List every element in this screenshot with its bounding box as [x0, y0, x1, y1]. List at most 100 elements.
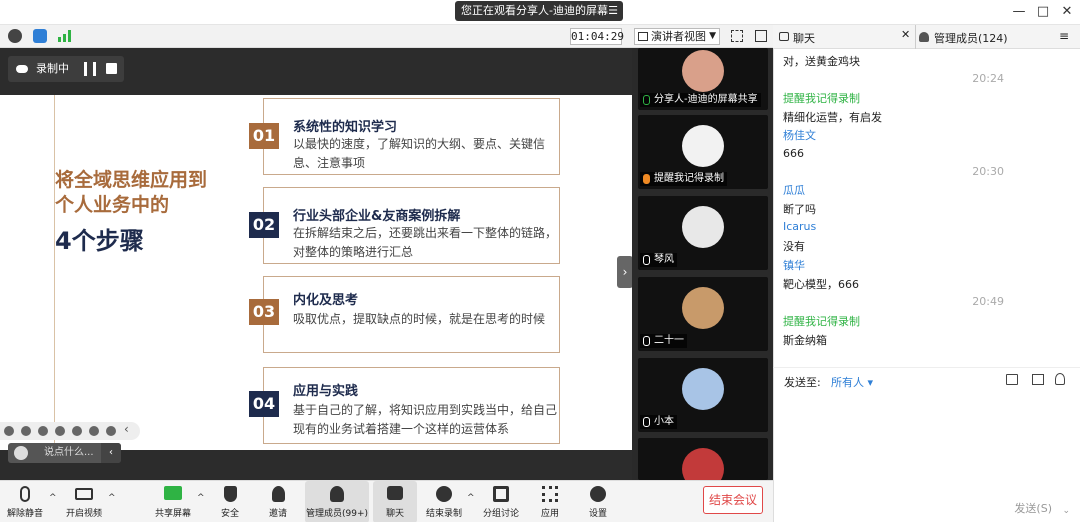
record-stop-icon	[436, 486, 452, 502]
pen-icon[interactable]	[38, 426, 48, 436]
send-options-icon[interactable]: ⌄	[1062, 506, 1070, 516]
screenshot-icon[interactable]	[1032, 374, 1044, 385]
screen-icon[interactable]	[72, 426, 82, 436]
chat-sender[interactable]: 镇华	[783, 257, 805, 273]
start-video-button[interactable]: 开启视频	[60, 481, 108, 522]
minimize-button[interactable]: —	[1008, 3, 1030, 21]
tab-chat[interactable]: 聊天	[793, 30, 815, 46]
audio-options-icon[interactable]: ^	[49, 493, 57, 503]
invite-label: 邀请	[268, 509, 287, 519]
avatar	[682, 125, 724, 167]
stop-recording-icon[interactable]	[106, 63, 117, 74]
close-window-button[interactable]: ✕	[1056, 3, 1078, 21]
members-button[interactable]: 管理成员(99+)	[305, 481, 369, 522]
fullscreen-icon[interactable]	[731, 30, 743, 42]
stop-recording-button[interactable]: 结束录制	[423, 481, 465, 522]
video-tile[interactable]: 二十一	[638, 277, 768, 351]
video-tile[interactable]: 分享人-迪迪的屏幕共享	[638, 48, 768, 110]
chat-message: 对，送黄金鸡块	[783, 55, 860, 68]
annotation-toolbar: ‹	[0, 422, 140, 440]
file-icon[interactable]	[1006, 374, 1018, 385]
unmute-button[interactable]: 解除静音	[2, 481, 48, 522]
video-tile[interactable]	[638, 438, 768, 480]
shield-icon[interactable]	[33, 29, 47, 43]
send-to-dropdown[interactable]: 所有人 ▾	[831, 374, 873, 390]
chat-sender[interactable]: 提醒我记得录制	[783, 90, 860, 106]
chat-timestamp: 20:49	[972, 295, 1004, 308]
user-settings-icon[interactable]	[1055, 373, 1065, 385]
send-button[interactable]: 发送(S)	[1014, 500, 1052, 516]
step-number: 01	[249, 123, 279, 149]
video-tile-name: 分享人-迪迪的屏幕共享	[640, 93, 761, 107]
play-icon[interactable]	[21, 426, 31, 436]
share-banner[interactable]: 您正在观看分享人-迪迪的屏幕 ☰	[455, 1, 623, 21]
chat-timestamp: 20:30	[972, 165, 1004, 178]
members-icon	[919, 32, 929, 42]
step-card: 应用与实践 基于自己的了解，将知识应用到实践当中，给自己现有的业务试着搭建一个这…	[263, 367, 560, 444]
comment-box[interactable]: 说点什么... ‹	[8, 443, 121, 463]
share-screen-button[interactable]: 共享屏幕	[150, 481, 196, 522]
signal-icon[interactable]	[58, 30, 72, 42]
pause-recording-icon[interactable]	[84, 62, 96, 76]
tab-members[interactable]: 管理成员(124)	[934, 30, 1008, 46]
chat-button[interactable]: 聊天	[373, 481, 417, 522]
slide-title: 将全域思维应用到 个人业务中的	[55, 168, 255, 218]
message-icon[interactable]	[89, 426, 99, 436]
mic-muted-icon	[643, 255, 650, 265]
video-tile[interactable]: 提醒我记得录制	[638, 115, 768, 189]
collapse-video-panel-button[interactable]: ›	[617, 256, 633, 288]
mic-muted-icon	[643, 336, 650, 346]
layout-icon[interactable]	[755, 30, 767, 42]
video-tile[interactable]: 琴风	[638, 196, 768, 270]
chevron-left-icon[interactable]: ‹	[101, 443, 121, 463]
step-number: 03	[249, 299, 279, 325]
banner-menu-icon[interactable]: ☰	[608, 1, 618, 21]
more-icon[interactable]	[106, 426, 116, 436]
meeting-toolbar: 解除静音 ^ 开启视频 ^ 共享屏幕 ^ 安全 邀请 管理成员(99+) 聊天 …	[0, 480, 773, 522]
members-icon	[330, 486, 344, 502]
step-heading: 内化及思考	[293, 293, 359, 308]
apps-button[interactable]: 应用	[530, 481, 570, 522]
chat-sender[interactable]: 提醒我记得录制	[783, 313, 860, 329]
chat-message: 断了吗	[783, 203, 816, 216]
share-banner-label: 您正在观看分享人-迪迪的屏幕	[461, 4, 608, 17]
video-tile-name: 小本	[640, 415, 677, 429]
slide-divider	[54, 95, 55, 450]
chat-input[interactable]: 发送(S) ⌄	[773, 393, 1080, 522]
breakout-button[interactable]: 分组讨论	[480, 481, 522, 522]
maximize-button[interactable]: □	[1032, 3, 1054, 21]
chat-sender[interactable]: 杨佳文	[783, 127, 816, 143]
chat-icon	[387, 486, 403, 500]
chat-timestamp: 20:24	[972, 72, 1004, 85]
chat-message: 没有	[783, 240, 805, 253]
send-to-row: 发送至: 所有人 ▾	[773, 367, 1080, 393]
info-icon[interactable]	[8, 29, 22, 43]
chat-sender[interactable]: 瓜瓜	[783, 182, 805, 198]
collapse-toolbar-icon[interactable]: ‹	[124, 422, 129, 436]
share-options-icon[interactable]: ^	[197, 493, 205, 503]
video-options-icon[interactable]: ^	[108, 493, 116, 503]
stop-recording-label: 结束录制	[425, 509, 462, 519]
record-dot-icon[interactable]	[4, 426, 14, 436]
end-meeting-button[interactable]: 结束会议	[703, 486, 763, 514]
chat-sender[interactable]: Icarus	[783, 220, 816, 233]
menu-icon[interactable]: ≡	[1059, 29, 1069, 43]
slide-title-line2: 个人业务中的	[55, 194, 170, 216]
security-button[interactable]: 安全	[210, 481, 250, 522]
step-heading: 行业头部企业&友商案例拆解	[293, 209, 461, 224]
mic-muted-icon	[643, 417, 650, 427]
avatar	[682, 206, 724, 248]
settings-button[interactable]: 设置	[578, 481, 618, 522]
shared-screen-stage: 录制中 将全域思维应用到 个人业务中的 4个步骤 系统性的知识学习 以最快的速度…	[0, 48, 632, 480]
view-mode-dropdown[interactable]: 演讲者视图 ▼	[634, 28, 720, 45]
close-chat-icon[interactable]: ✕	[901, 28, 910, 41]
meeting-info-bar: 01:04:29 演讲者视图 ▼	[0, 25, 773, 48]
capture-icon[interactable]	[55, 426, 65, 436]
emoji-icon[interactable]	[14, 446, 28, 460]
video-tile[interactable]: 小本	[638, 358, 768, 432]
start-video-label: 开启视频	[65, 509, 102, 519]
record-options-icon[interactable]: ^	[467, 493, 475, 503]
step-body: 以最快的速度，了解知识的大纲、要点、关键信息、注意事项	[293, 137, 546, 170]
invite-button[interactable]: 邀请	[258, 481, 298, 522]
speaker-view-icon	[638, 32, 648, 41]
